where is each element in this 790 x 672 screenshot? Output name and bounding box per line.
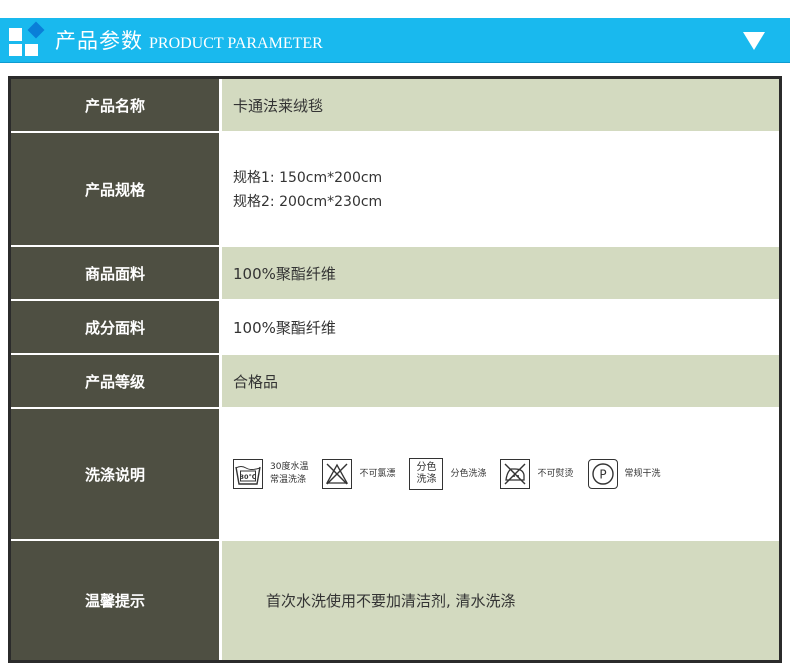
table-row-tips: 温馨提示 首次水洗使用不要加清洁剂, 清水洗涤 [11,541,779,660]
wash-text: 30度水温 [270,462,309,472]
wash-item: P 常规干洗 [587,459,661,489]
wash-badge: 洗涤 [416,474,437,485]
table-row-fabric: 商品面料 100%聚酯纤维 [11,247,779,299]
section-title-cn: 产品参数 [55,29,143,53]
table-row-product-spec: 产品规格 规格1: 150cm*200cm 规格2: 200cm*230cm [11,133,779,245]
row-value: 规格1: 150cm*200cm 规格2: 200cm*230cm [222,133,779,245]
wash-badge: 30℃ [240,473,257,481]
squares-logo-icon [9,21,45,56]
wash-text: 不可氯漂 [359,468,396,479]
wash-30-icon: 30℃ [233,459,263,489]
wash-text: 不可熨烫 [537,468,574,479]
row-label: 洗涤说明 [11,409,222,539]
spec-line-2: 规格2: 200cm*230cm [233,194,383,210]
row-label: 温馨提示 [11,541,222,660]
row-label: 产品名称 [11,79,222,131]
wash-text: 分色洗涤 [450,468,487,479]
row-label: 成分面料 [11,301,222,353]
row-value: 卡通法莱绒毯 [222,79,779,131]
row-label: 产品规格 [11,133,222,245]
wash-badge: 分色 [416,462,437,473]
row-value: 合格品 [222,355,779,407]
wash-badge: P [599,468,606,482]
row-value: 首次水洗使用不要加清洁剂, 清水洗涤 [222,541,779,660]
separate-wash-icon: 分色 洗涤 [409,458,444,490]
parameter-table: 产品名称 卡通法莱绒毯 产品规格 规格1: 150cm*200cm 规格2: 2… [8,76,782,663]
table-row-product-name: 产品名称 卡通法莱绒毯 [11,79,779,131]
triangle-down-icon[interactable] [743,32,765,50]
wash-item: 不可氯漂 [322,459,395,489]
wash-text: 常温洗涤 [270,475,307,485]
table-row-grade: 产品等级 合格品 [11,355,779,407]
section-title: 产品参数 PRODUCT PARAMETER [55,25,323,55]
dry-clean-icon: P [587,459,618,489]
washing-icons: 30℃ 30度水温 常温洗涤 不可氯漂 分色 洗涤 分色洗涤 不可熨烫 P 常规… [222,409,779,539]
spec-line-1: 规格1: 150cm*200cm [233,170,383,186]
row-value: 100%聚酯纤维 [222,301,779,353]
table-row-composition: 成分面料 100%聚酯纤维 [11,301,779,353]
row-label: 商品面料 [11,247,222,299]
wash-item: 30℃ 30度水温 常温洗涤 [233,459,308,489]
row-label: 产品等级 [11,355,222,407]
no-iron-icon [500,459,531,489]
table-row-washing: 洗涤说明 30℃ 30度水温 常温洗涤 不可氯漂 分色 洗涤 分色洗涤 不可熨烫… [11,409,779,539]
wash-item: 分色 洗涤 分色洗涤 [409,458,486,490]
section-title-en: PRODUCT PARAMETER [149,35,323,52]
section-header: 产品参数 PRODUCT PARAMETER [0,18,790,63]
tip-text: 首次水洗使用不要加清洁剂, 清水洗涤 [266,592,516,610]
row-value: 100%聚酯纤维 [222,247,779,299]
wash-text: 常规干洗 [624,468,661,479]
wash-item: 不可熨烫 [500,459,574,489]
no-bleach-icon [322,459,353,489]
